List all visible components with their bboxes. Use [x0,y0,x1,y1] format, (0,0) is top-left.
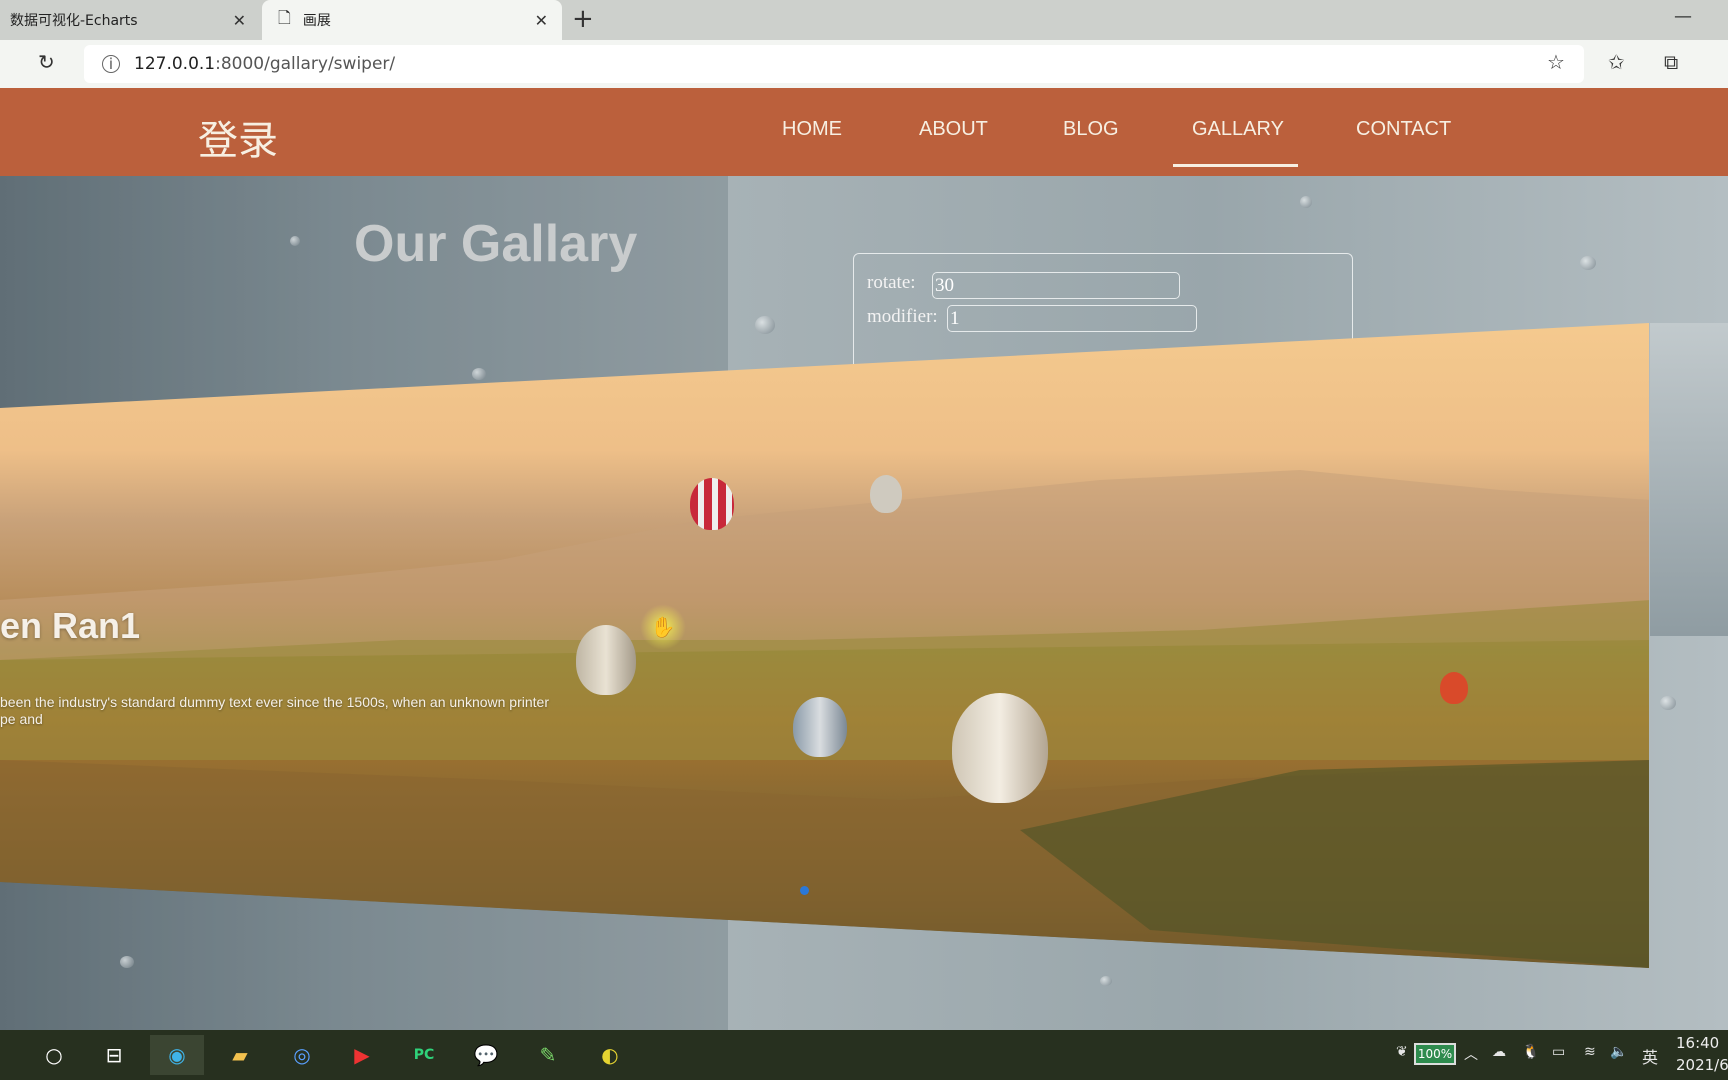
edge-icon[interactable]: ◉ [150,1035,204,1075]
url-input[interactable]: i 127.0.0.1:8000/gallary/swiper/ [84,45,1584,83]
next-slide-edge[interactable] [1650,323,1728,636]
ime-indicator[interactable]: 英 [1642,1044,1658,1068]
new-tab-icon[interactable]: + [572,4,594,34]
tab-title: 数据可视化-Echarts [10,13,138,29]
music-icon[interactable]: ◐ [594,1040,626,1070]
nav-gallary[interactable]: GALLARY [1192,118,1284,141]
page-title: Our Gallary [354,215,638,273]
nav-about[interactable]: ABOUT [919,118,988,141]
url-host: 127.0.0.1 [134,54,216,74]
info-icon: i [102,55,120,73]
volume-icon[interactable]: 🔈 [1610,1044,1627,1060]
browser-tab-bar: 数据可视化-Echarts ✕ 🗋 画展 ✕ + — [0,0,1728,40]
taskbar: ○ ⊟ ◉ ▰ ◎ ▶ PC 💬 ✎ ◐ ❦ 100% ︿ ☁ 🐧 ▭ ≋ 🔈 … [0,1030,1728,1080]
raindrop [755,316,775,334]
tab-title: 画展 [302,13,331,29]
video-icon[interactable]: ▶ [346,1040,378,1070]
close-tab-icon[interactable]: ✕ [535,11,548,30]
close-tab-icon[interactable]: ✕ [233,11,246,30]
address-bar: ↻ i 127.0.0.1:8000/gallary/swiper/ ☆ ✩ ⧉ [0,40,1728,88]
chevron-up-icon[interactable]: ︿ [1464,1044,1478,1064]
wechat-icon[interactable]: 💬 [470,1040,502,1070]
raindrop [1100,976,1112,986]
raindrop [290,236,300,246]
balloon [793,697,847,757]
nav-home[interactable]: HOME [782,118,842,141]
collections-icon[interactable]: ⧉ [1664,50,1678,74]
rotate-input[interactable] [932,272,1180,299]
page-icon: 🗋 [278,7,291,27]
balloon [1440,672,1468,704]
active-nav-underline [1173,164,1298,167]
clock-date[interactable]: 2021/6/ [1676,1056,1728,1074]
slide-desc-line: pe and [0,711,43,727]
reload-icon[interactable]: ↻ [38,50,55,74]
balloon [576,625,636,695]
balloon [870,475,902,513]
slide-description: been the industry's standard dummy text … [0,694,549,728]
wifi-icon[interactable]: ≋ [1584,1044,1596,1060]
battery-indicator[interactable]: 100% [1414,1043,1456,1065]
raindrop [472,368,486,380]
editor-icon[interactable]: ✎ [532,1040,564,1070]
clock-time[interactable]: 16:40 [1676,1034,1719,1052]
raindrop [120,956,134,968]
hand-cursor-icon: ✋ [640,604,686,650]
slide-desc-line: been the industry's standard dummy text … [0,694,549,710]
add-favorite-icon[interactable]: ☆ [1547,50,1565,74]
rotate-label: rotate: [867,272,916,293]
leaf-icon: ❦ [1396,1044,1408,1060]
balloon [952,693,1048,803]
raindrop [1660,696,1676,710]
raindrop [1300,196,1312,208]
tab-gallery[interactable]: 🗋 画展 ✕ [262,0,562,40]
modifier-label: modifier: [867,306,938,327]
file-explorer-icon[interactable]: ▰ [224,1040,256,1070]
site-header: 登录 HOME ABOUT BLOG GALLARY CONTACT [0,88,1728,176]
power-icon[interactable]: ▭ [1552,1044,1565,1060]
app-icon[interactable]: ◎ [286,1040,318,1070]
pycharm-icon[interactable]: PC [408,1040,440,1070]
cloud-icon[interactable]: ☁ [1492,1044,1506,1060]
login-logo[interactable]: 登录 [198,108,278,166]
nav-contact[interactable]: CONTACT [1356,118,1451,141]
slide-title: en Ran1 [0,605,141,646]
minimize-icon[interactable]: — [1674,6,1692,27]
url-path: :8000/gallary/swiper/ [215,54,396,74]
qq-icon[interactable]: 🐧 [1522,1044,1539,1060]
pagination-bullet-active[interactable] [800,886,809,895]
favorites-icon[interactable]: ✩ [1608,50,1625,74]
nav-blog[interactable]: BLOG [1063,118,1119,141]
search-icon[interactable]: ○ [38,1040,70,1070]
task-view-icon[interactable]: ⊟ [98,1040,130,1070]
modifier-input[interactable] [947,305,1197,332]
raindrop [1580,256,1596,270]
balloon [690,478,734,530]
tab-echarts[interactable]: 数据可视化-Echarts ✕ [0,0,260,40]
